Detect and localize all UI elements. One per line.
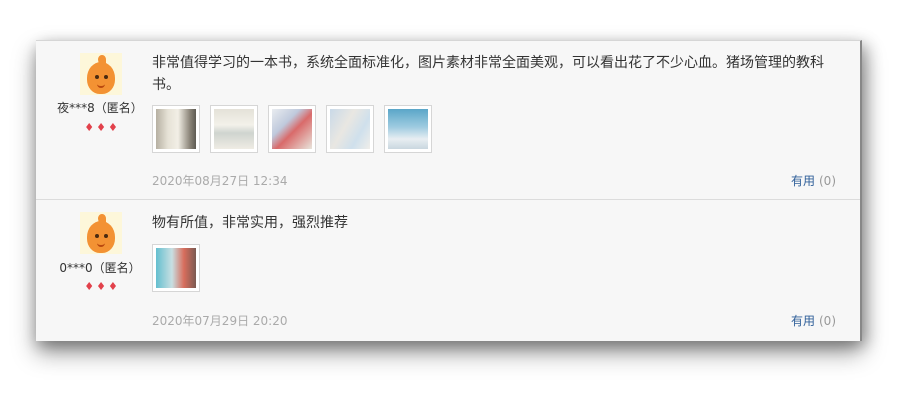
user-rank: ♦ ♦ ♦ — [78, 281, 124, 293]
diamond-icon: ♦ — [84, 280, 95, 293]
user-name: 0***0（匿名） — [59, 261, 141, 275]
useful-vote[interactable]: 有用 (0) — [791, 312, 836, 329]
review-image-thumbnail[interactable] — [268, 105, 316, 153]
review-list: 夜***8（匿名） ♦ ♦ ♦ 非常值得学习的一本书，系统全面标准化，图片素材非… — [36, 40, 862, 341]
user-avatar[interactable] — [80, 212, 122, 254]
diamond-icon: ♦ — [96, 121, 106, 134]
diamond-icon: ♦ — [107, 280, 118, 293]
useful-count: (0) — [819, 314, 836, 328]
review-image-thumbnail[interactable] — [152, 105, 200, 153]
review-item: 夜***8（匿名） ♦ ♦ ♦ 非常值得学习的一本书，系统全面标准化，图片素材非… — [36, 41, 860, 199]
review-images — [152, 244, 200, 292]
review-text: 物有所值，非常实用，强烈推荐 — [152, 215, 348, 231]
useful-vote[interactable]: 有用 (0) — [791, 172, 836, 189]
diamond-icon: ♦ — [96, 280, 106, 293]
useful-button[interactable]: 有用 — [791, 174, 815, 188]
review-image-thumbnail[interactable] — [384, 105, 432, 153]
review-images — [152, 105, 432, 153]
review-image-thumbnail[interactable] — [210, 105, 258, 153]
diamond-icon: ♦ — [107, 121, 118, 134]
review-image-thumbnail[interactable] — [326, 105, 374, 153]
review-text: 非常值得学习的一本书，系统全面标准化，图片素材非常全面美观，可以看出花了不少心血… — [152, 55, 824, 93]
review-date: 2020年08月27日 12:34 — [152, 174, 288, 188]
review-item: 0***0（匿名） ♦ ♦ ♦ 物有所值，非常实用，强烈推荐 2020年07月2… — [36, 199, 860, 342]
useful-count: (0) — [819, 174, 836, 188]
review-image-thumbnail[interactable] — [152, 244, 200, 292]
user-name: 夜***8（匿名） — [57, 101, 143, 115]
useful-button[interactable]: 有用 — [791, 314, 815, 328]
user-rank: ♦ ♦ ♦ — [78, 122, 124, 134]
review-date: 2020年07月29日 20:20 — [152, 314, 288, 328]
user-avatar[interactable] — [80, 53, 122, 95]
diamond-icon: ♦ — [84, 121, 95, 134]
